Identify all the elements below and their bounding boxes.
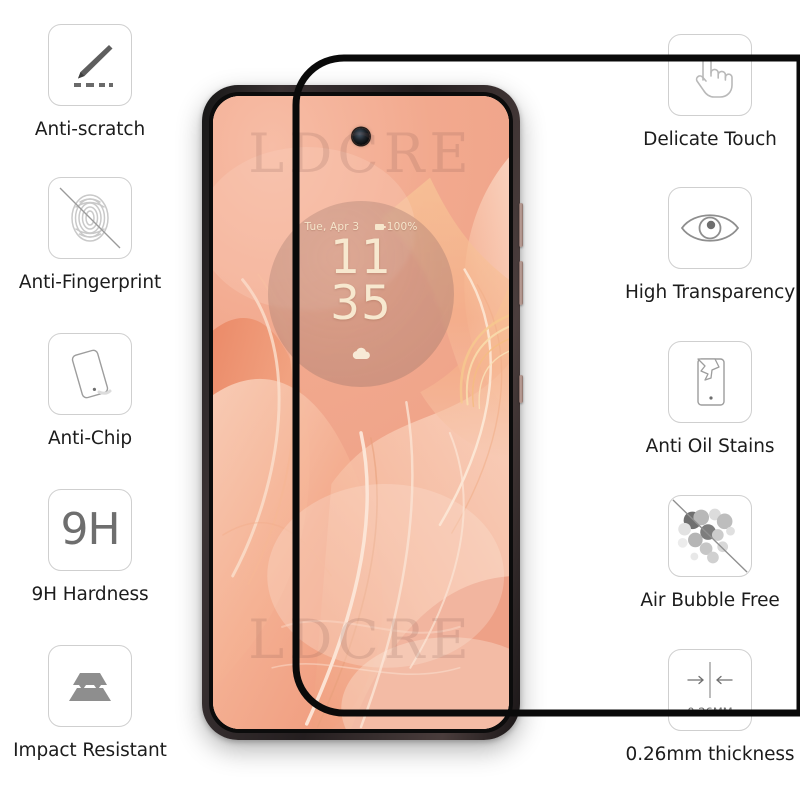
- thickness-arrows-icon: 0.26MM: [668, 649, 752, 731]
- feature-label: Anti-Fingerprint: [18, 272, 162, 293]
- phone-device: LDCRE Tue, Apr 3 100% 11: [202, 85, 523, 740]
- feature-label: Air Bubble Free: [640, 590, 780, 611]
- feature-anti-chip[interactable]: Anti-Chip: [0, 333, 180, 449]
- cloud-icon: [268, 346, 454, 365]
- power-button[interactable]: [519, 375, 523, 403]
- volume-up-button[interactable]: [519, 203, 523, 247]
- phone-stage: LDCRE Tue, Apr 3 100% 11: [180, 0, 620, 800]
- feature-label: Impact Resistant: [13, 740, 167, 761]
- hardness-9h-icon: 9H: [48, 489, 132, 571]
- thickness-badge-text: 0.26MM: [687, 705, 733, 719]
- feature-impact-resistant[interactable]: Impact Resistant: [0, 645, 180, 761]
- fingerprint-slash-icon: [48, 177, 132, 259]
- clock-minutes: 35: [330, 276, 392, 332]
- air-bubble-slash-icon: [668, 495, 752, 577]
- feature-delicate-touch[interactable]: Delicate Touch: [620, 34, 800, 150]
- feature-label: 9H Hardness: [31, 584, 149, 605]
- oil-stain-phone-icon: [668, 341, 752, 423]
- phone-screen[interactable]: LDCRE Tue, Apr 3 100% 11: [213, 96, 509, 729]
- phone-bezel: LDCRE Tue, Apr 3 100% 11: [209, 92, 513, 733]
- phone-chip-icon: [48, 333, 132, 415]
- left-feature-column: Anti-scratch Anti-Fingerprint Anti-Chip …: [0, 0, 180, 800]
- volume-down-button[interactable]: [519, 261, 523, 305]
- feature-label: High Transparency: [624, 282, 796, 303]
- right-feature-column: Delicate Touch High Transparency Anti Oi…: [620, 0, 800, 800]
- clock-hours: 11: [330, 230, 392, 285]
- feature-high-transparency[interactable]: High Transparency: [620, 187, 800, 303]
- eye-icon: [668, 187, 752, 269]
- feature-anti-oil-stains[interactable]: Anti Oil Stains: [620, 341, 800, 457]
- hardness-badge-text: 9H: [60, 504, 120, 555]
- wallpaper-ribbons: [213, 147, 509, 729]
- clock-time: 11 35: [268, 230, 454, 332]
- product-feature-poster: Anti-scratch Anti-Fingerprint Anti-Chip …: [0, 0, 800, 800]
- feature-anti-fingerprint[interactable]: Anti-Fingerprint: [0, 177, 180, 293]
- feature-label: Delicate Touch: [643, 129, 777, 150]
- feature-label: Anti-Chip: [47, 428, 133, 449]
- impact-layers-icon: [48, 645, 132, 727]
- clock-widget[interactable]: Tue, Apr 3 100% 11 35: [268, 201, 454, 387]
- knife-scratch-icon: [48, 24, 132, 106]
- front-camera-icon: [352, 128, 370, 145]
- touch-hand-icon: [668, 34, 752, 116]
- feature-anti-scratch[interactable]: Anti-scratch: [0, 24, 180, 140]
- feature-label: Anti Oil Stains: [645, 436, 775, 457]
- feature-9h-hardness[interactable]: 9H 9H Hardness: [0, 489, 180, 605]
- feature-label: Anti-scratch: [34, 119, 146, 140]
- feature-label: 0.26mm thickness: [625, 744, 795, 765]
- feature-air-bubble-free[interactable]: Air Bubble Free: [620, 495, 800, 611]
- feature-thickness[interactable]: 0.26MM 0.26mm thickness: [620, 649, 800, 765]
